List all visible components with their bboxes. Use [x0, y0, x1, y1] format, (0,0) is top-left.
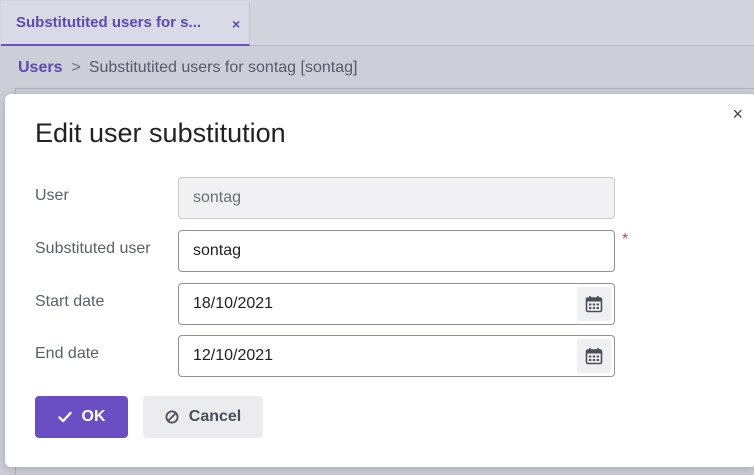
substituted-user-row: Substituted user sontag * [35, 230, 635, 272]
end-date-label: End date [35, 345, 100, 362]
end-date-row: End date 12/10/2021 [35, 335, 635, 377]
breadcrumb-users-link[interactable]: Users [18, 59, 62, 77]
ban-icon [165, 410, 179, 424]
end-date-value: 12/10/2021 [193, 347, 274, 364]
tab-substituted-users[interactable]: Substitutited users for s... × [1, 1, 250, 46]
start-date-row: Start date 18/10/2021 [35, 283, 635, 325]
substituted-user-field[interactable]: sontag [178, 230, 615, 272]
ok-button-label: OK [81, 408, 106, 425]
end-date-field[interactable]: 12/10/2021 [178, 335, 615, 377]
ok-button[interactable]: OK [35, 396, 128, 438]
user-label: User [35, 187, 69, 204]
start-date-label: Start date [35, 293, 105, 310]
tab-label: Substitutited users for s... [16, 14, 202, 31]
user-row: User sontag [35, 177, 635, 219]
substituted-user-label: Substituted user [35, 240, 151, 257]
breadcrumb: Users > Substitutited users for sontag [… [18, 59, 357, 77]
required-indicator: * [622, 231, 629, 248]
start-date-field[interactable]: 18/10/2021 [178, 283, 615, 325]
start-date-value: 18/10/2021 [193, 295, 274, 312]
user-field: sontag [178, 177, 615, 219]
breadcrumb-separator: > [71, 59, 81, 76]
end-date-calendar-icon[interactable] [577, 339, 611, 373]
dialog-close-icon[interactable]: × [732, 104, 743, 125]
cancel-button[interactable]: Cancel [143, 396, 263, 438]
breadcrumb-current: Substitutited users for sontag [sontag] [88, 59, 358, 76]
check-icon [57, 411, 72, 423]
app-window: Substitutited users for s... × Users > S… [0, 0, 754, 475]
tab-bar: Substitutited users for s... × [0, 0, 754, 46]
cancel-button-label: Cancel [188, 408, 242, 425]
edit-substitution-dialog: × Edit user substitution User sontag Sub… [5, 94, 754, 467]
substituted-user-value: sontag [193, 242, 242, 259]
dialog-title: Edit user substitution [35, 118, 286, 148]
tab-close-icon[interactable]: × [232, 16, 240, 32]
start-date-calendar-icon[interactable] [577, 287, 611, 321]
user-field-value: sontag [193, 189, 242, 206]
